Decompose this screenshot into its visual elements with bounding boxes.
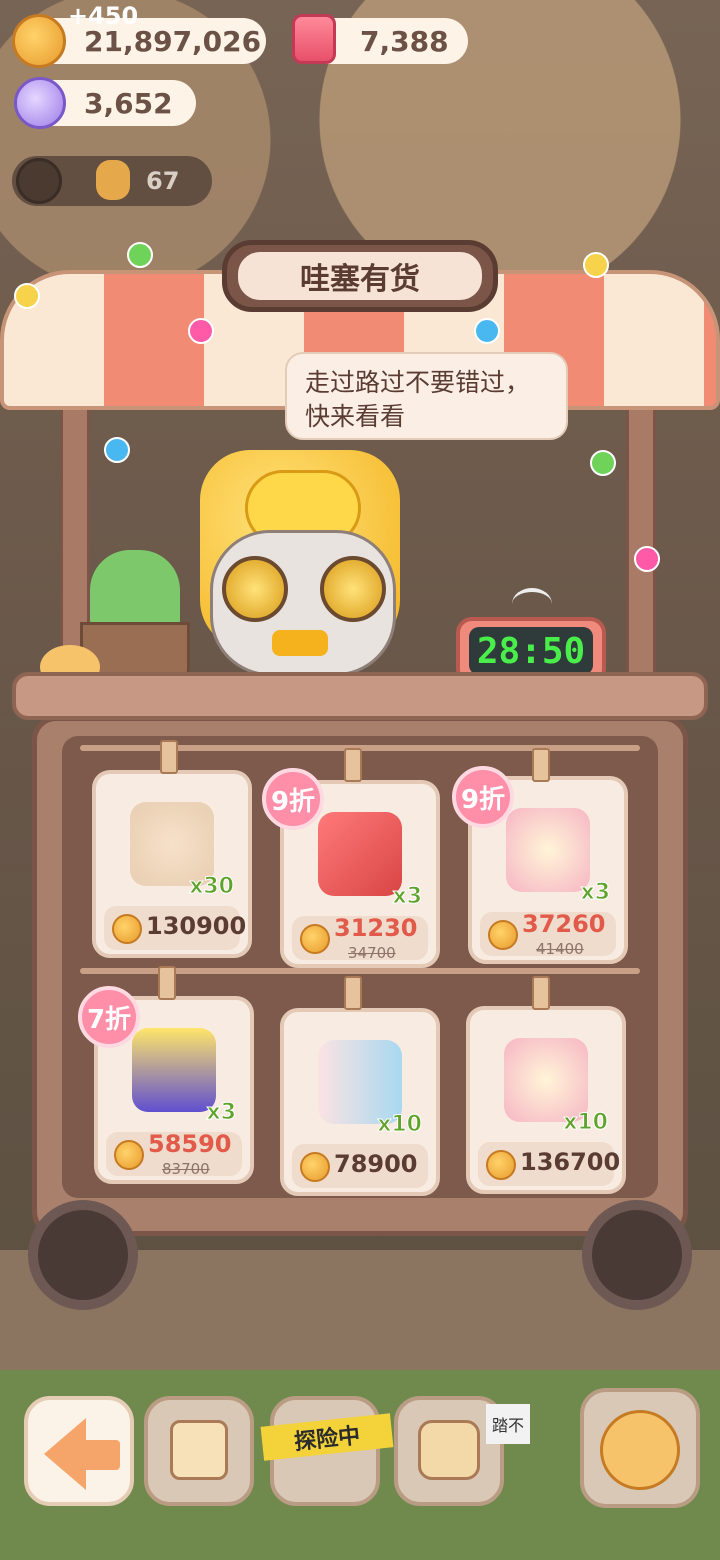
energy-battery-icon <box>132 1028 216 1112</box>
side-label: 踏不 <box>486 1404 530 1444</box>
item-quantity: x30 <box>189 874 235 900</box>
wheel-left <box>28 1200 138 1310</box>
clothespin-icon <box>532 748 550 782</box>
item-quantity: x3 <box>580 880 610 906</box>
shop-sign: 哇塞有货 <box>222 240 498 312</box>
light-bulb <box>127 242 153 268</box>
helper-value: 67 <box>146 167 180 195</box>
light-bulb <box>474 318 500 344</box>
discount-badge: 9折 <box>262 768 324 830</box>
cookie-coin-icon <box>112 914 142 944</box>
cookie-coin-icon <box>300 924 330 954</box>
light-bulb <box>188 318 214 344</box>
antenna-icon <box>512 588 552 620</box>
stall-post-right <box>626 380 656 680</box>
cat-eye-right <box>320 556 386 622</box>
cookie-helper-icon <box>96 160 130 200</box>
item-quantity: x10 <box>377 1112 423 1138</box>
clothespin-icon <box>344 976 362 1010</box>
shop-title: 哇塞有货 <box>238 252 482 300</box>
item-price: 37260 <box>522 910 606 938</box>
light-bulb <box>104 437 130 463</box>
stall-counter <box>12 672 708 720</box>
speech-text: 走过路过不要错过，快来看看 <box>305 368 531 431</box>
shop-item-card[interactable]: x10 78900 <box>280 1008 440 1196</box>
item-price: 130900 <box>146 912 247 940</box>
candle-value: 7,388 <box>360 24 449 58</box>
notebook-icon <box>170 1420 228 1480</box>
shop-item-card[interactable]: x10 136700 <box>466 1006 626 1194</box>
wheel-right <box>582 1200 692 1310</box>
light-bulb <box>590 450 616 476</box>
speech-bubble: 走过路过不要错过，快来看看 <box>285 352 568 440</box>
light-bulb <box>14 283 40 309</box>
coin-gain: +450 <box>68 2 139 30</box>
cookie-coin-icon <box>114 1140 144 1170</box>
shop-item-card[interactable]: x30 130900 <box>92 770 252 958</box>
item-quantity: x3 <box>206 1100 236 1126</box>
original-price: 41400 <box>536 940 584 958</box>
cream-cake-icon <box>506 808 590 892</box>
discount-badge: 7折 <box>78 986 140 1048</box>
timer-display: 28:50 <box>469 627 593 675</box>
item-quantity: x10 <box>563 1110 609 1136</box>
light-bulb <box>583 252 609 278</box>
clothespin-icon <box>532 976 550 1010</box>
bow-tie-icon <box>272 630 328 656</box>
discount-badge: 9折 <box>452 766 514 828</box>
item-price: 78900 <box>334 1150 418 1178</box>
cookie-coin-icon <box>12 14 66 68</box>
clothespin-icon <box>160 740 178 774</box>
item-price: 136700 <box>520 1148 621 1176</box>
candle-icon <box>292 14 336 64</box>
cookie-coin-icon <box>300 1152 330 1182</box>
cookie-coin-icon <box>486 1150 516 1180</box>
light-bulb <box>634 546 660 572</box>
item-price: 58590 <box>148 1130 232 1158</box>
gem-value: 3,652 <box>84 86 173 120</box>
clothespin-icon <box>344 748 362 782</box>
clothespin-icon <box>158 966 176 1000</box>
cat-eye-left <box>222 556 288 622</box>
item-quantity: x3 <box>392 884 422 910</box>
plant-leaves-icon <box>90 550 180 630</box>
cookie-coin-icon <box>488 920 518 950</box>
fish-clock-icon <box>600 1410 680 1490</box>
original-price: 83700 <box>162 1160 210 1178</box>
bread-icon <box>418 1420 480 1480</box>
candy-gem-icon <box>14 77 66 129</box>
item-price: 31230 <box>334 914 418 942</box>
back-arrow-icon <box>80 1440 120 1470</box>
storybook-icon <box>318 812 402 896</box>
sun-icon <box>16 158 62 204</box>
original-price: 34700 <box>348 944 396 962</box>
